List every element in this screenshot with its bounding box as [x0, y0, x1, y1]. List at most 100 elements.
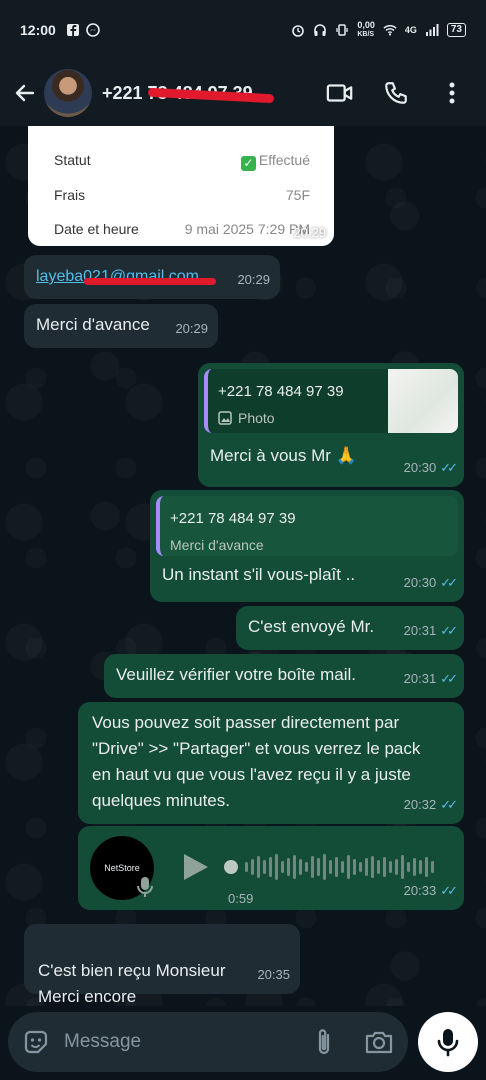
wifi-icon — [383, 25, 397, 36]
waveform-bar — [395, 859, 398, 875]
message-time: 20:29 — [175, 321, 208, 336]
phone-icon — [385, 82, 407, 104]
message-time: 20:30 — [403, 575, 437, 590]
play-button[interactable] — [182, 852, 210, 890]
message-time: 20:30 — [403, 460, 437, 475]
message-text: Merci d'avance — [36, 315, 150, 334]
read-ticks-icon: ✓✓ — [440, 883, 458, 898]
outgoing-message[interactable]: Vous pouvez soit passer directement par … — [78, 702, 464, 824]
incoming-message[interactable]: Merci d'avance 20:29 — [24, 304, 218, 348]
waveform-bar — [353, 859, 356, 875]
voice-duration: 0:59 — [228, 891, 254, 906]
check-icon: ✓ — [240, 156, 256, 171]
waveform-bar — [257, 856, 260, 878]
waveform-bar — [407, 862, 410, 872]
receipt-image-message[interactable]: Statut ✓ Effectué Frais 75F Date et heure… — [28, 126, 334, 246]
microphone-icon — [137, 877, 153, 897]
microphone-icon — [437, 1029, 459, 1057]
read-ticks-icon: ✓✓ — [440, 671, 458, 686]
receipt-row: Statut ✓ Effectué — [54, 152, 310, 171]
waveform-bar — [431, 861, 434, 873]
waveform-bar — [275, 854, 278, 880]
play-icon — [184, 854, 208, 880]
status-time: 12:00 — [20, 22, 56, 38]
status-bar: 12:00 0,00 KB/S 4G 73 — [0, 0, 486, 60]
email-link[interactable]: layeba021@gmail.com — [36, 268, 216, 285]
message-time: 20:32 — [403, 797, 437, 812]
waveform-bar — [383, 857, 386, 877]
read-ticks-icon: ✓✓ — [440, 623, 458, 638]
voice-message[interactable]: NetStore 0:59 20:33 ✓✓ — [78, 826, 464, 910]
quote-text: Merci d'avance — [170, 537, 264, 553]
playhead[interactable] — [224, 860, 238, 874]
waveform-bar — [281, 861, 284, 873]
video-call-button[interactable] — [326, 79, 354, 107]
waveform-bar — [365, 858, 368, 876]
quoted-message[interactable]: +221 78 484 97 39 Photo — [204, 369, 458, 433]
vibrate-icon — [336, 24, 348, 36]
composer: Message — [0, 1006, 486, 1080]
outgoing-message[interactable]: +221 78 484 97 39 Merci d'avance Un inst… — [150, 490, 464, 602]
read-ticks-icon: ✓✓ — [440, 797, 458, 812]
incoming-message[interactable]: layeba021@gmail.com 20:29 — [24, 255, 280, 299]
camera-icon[interactable] — [364, 1029, 394, 1055]
message-time: 20:31 — [403, 623, 437, 638]
read-ticks-icon: ✓✓ — [440, 460, 458, 475]
quote-text: Photo — [238, 410, 275, 426]
message-text: C'est envoyé Mr. — [248, 617, 375, 636]
video-call-icon — [326, 84, 353, 102]
waveform-bar — [329, 860, 332, 874]
message-time: 20:29 — [293, 225, 326, 240]
waveform-bar — [377, 860, 380, 874]
waveform-bar — [311, 856, 314, 878]
message-time: 20:33 — [403, 883, 437, 898]
sticker-icon[interactable] — [22, 1028, 50, 1056]
message-text: Veuillez vérifier votre boîte mail. — [116, 665, 356, 684]
waveform-bar — [245, 862, 248, 872]
redaction-mark — [84, 278, 216, 285]
waveform-bar — [425, 857, 428, 877]
waveform-bar — [287, 858, 290, 876]
chat-header: +221 78 484 97 39 — [0, 60, 486, 126]
contact-avatar[interactable] — [44, 69, 92, 117]
quote-author: +221 78 484 97 39 — [170, 510, 296, 527]
waveform-bar — [341, 861, 344, 873]
incoming-message[interactable]: C'est bien reçu Monsieur Merci encore 20… — [24, 924, 300, 1006]
attach-icon[interactable] — [314, 1027, 334, 1057]
waveform-bar — [389, 861, 392, 873]
message-input[interactable]: Message — [8, 1012, 408, 1072]
waveform-bar — [293, 855, 296, 879]
photo-icon — [218, 411, 232, 425]
receipt-row: Date et heure 9 mai 2025 7:29 PM — [54, 221, 310, 237]
waveform-bar — [323, 854, 326, 880]
waveform-bar — [371, 856, 374, 878]
audio-waveform[interactable] — [224, 854, 444, 880]
message-list[interactable]: Statut ✓ Effectué Frais 75F Date et heure… — [0, 126, 486, 1006]
contact-name[interactable]: +221 78 484 97 39 — [102, 83, 275, 104]
voice-call-button[interactable] — [382, 79, 410, 107]
back-button[interactable] — [12, 80, 38, 106]
waveform-bar — [299, 859, 302, 875]
waveform-bar — [251, 859, 254, 875]
signal-label: 4G — [404, 25, 417, 35]
waveform-bar — [359, 862, 362, 872]
waveform-bar — [335, 857, 338, 877]
message-time: 20:29 — [237, 272, 270, 287]
battery-indicator: 73 — [446, 23, 466, 37]
network-speed: 0,00 KB/S — [357, 20, 375, 39]
voice-record-button[interactable] — [418, 1012, 478, 1072]
messenger-icon — [86, 23, 100, 37]
back-arrow-icon — [15, 84, 35, 102]
message-text: C'est bien reçu Monsieur Merci encore — [38, 961, 226, 1006]
waveform-bar — [419, 860, 422, 874]
waveform-bar — [269, 857, 272, 877]
outgoing-message[interactable]: +221 78 484 97 39 Photo Merci à vous Mr … — [198, 363, 464, 487]
outgoing-message[interactable]: C'est envoyé Mr. 20:31 ✓✓ — [236, 606, 464, 650]
waveform-bar — [317, 858, 320, 876]
quoted-message[interactable]: +221 78 484 97 39 Merci d'avance — [156, 496, 458, 556]
outgoing-message[interactable]: Veuillez vérifier votre boîte mail. 20:3… — [104, 654, 464, 698]
waveform-bar — [401, 855, 404, 879]
more-options-button[interactable] — [438, 79, 466, 107]
message-time: 20:35 — [257, 967, 290, 982]
signal-icon — [425, 24, 439, 36]
